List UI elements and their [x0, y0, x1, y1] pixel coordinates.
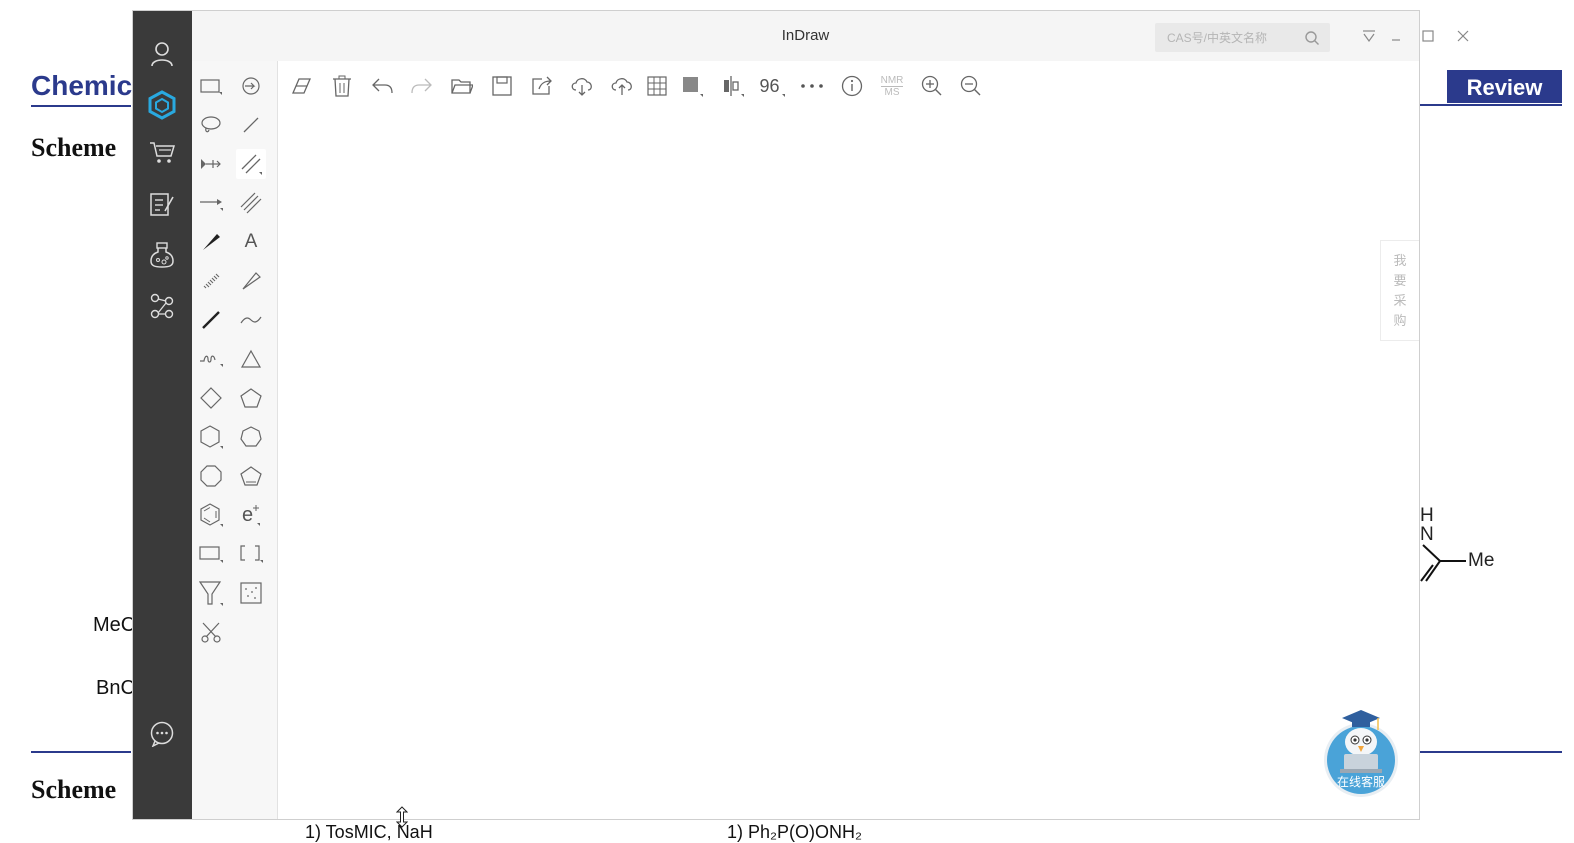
close-icon[interactable] [1454, 27, 1472, 45]
document-title: Chemica [31, 70, 148, 101]
document-rule-bottom [31, 751, 131, 753]
indraw-window: InDraw A [132, 10, 1469, 820]
eraser-icon[interactable] [289, 73, 315, 99]
mol-n-label: N [1420, 524, 1434, 545]
rectangle-select-icon[interactable] [196, 71, 226, 101]
title-bar: InDraw [192, 11, 1469, 61]
nmr-ms-icon[interactable]: NMR MS [879, 73, 905, 99]
export-icon[interactable] [529, 73, 555, 99]
cart-icon[interactable] [147, 137, 177, 167]
arrow-icon[interactable] [196, 188, 226, 218]
wavy-bond-icon[interactable] [196, 344, 226, 374]
mol-me-label: Me [1468, 550, 1495, 571]
lasso-select-icon[interactable] [196, 110, 226, 140]
zoom-value-label: 96 [759, 75, 780, 96]
scheme-heading-bottom: Scheme [31, 775, 117, 804]
hash-bond-icon[interactable] [196, 266, 226, 296]
cyclopentane-icon[interactable] [236, 383, 266, 413]
triple-bond-icon[interactable] [236, 188, 266, 218]
purchase-char-2: 要 [1393, 272, 1407, 288]
purchase-char-3: 采 [1393, 292, 1407, 308]
grid-dots-icon[interactable] [236, 578, 266, 608]
hollow-wedge-icon[interactable] [236, 266, 266, 296]
cloud-download-icon[interactable] [569, 73, 595, 99]
nmr-label: NMR [880, 74, 904, 86]
review-badge: Review [1447, 70, 1562, 103]
indraw-logo-icon[interactable] [147, 90, 177, 120]
lab-equipment-icon[interactable] [196, 578, 226, 608]
customer-service-label: 在线客服 [1336, 775, 1385, 789]
rotate-icon[interactable] [236, 71, 266, 101]
align-icon[interactable] [719, 73, 745, 99]
table-grid-icon[interactable] [644, 73, 670, 99]
cyclohexane-icon[interactable] [196, 422, 226, 452]
save-icon[interactable] [489, 73, 515, 99]
open-folder-icon[interactable] [449, 73, 475, 99]
resize-cursor-icon [396, 806, 408, 828]
zoom-in-icon[interactable] [919, 73, 945, 99]
fill-color-icon[interactable] [679, 73, 705, 99]
cloud-upload-icon[interactable] [609, 73, 635, 99]
flask-icon[interactable] [147, 240, 177, 270]
main-toolbar: 96 NMR MS [278, 61, 1419, 111]
document-rule-bottom-right [1420, 751, 1562, 753]
purchase-char-4: 购 [1393, 312, 1407, 328]
undo-icon[interactable] [369, 73, 395, 99]
wavy-line-icon[interactable] [236, 305, 266, 335]
trash-icon[interactable] [329, 73, 355, 99]
single-bond-icon[interactable] [236, 110, 266, 140]
more-icon[interactable] [799, 73, 825, 99]
scheme-heading-top: Scheme [31, 133, 117, 162]
minimize-icon[interactable] [1387, 27, 1405, 45]
move-icon[interactable] [196, 149, 226, 179]
meo-label: MeC [93, 614, 136, 636]
customer-service-button[interactable]: 在线客服 [1322, 708, 1400, 800]
scissors-icon[interactable] [196, 617, 226, 647]
drawing-canvas[interactable] [278, 111, 1419, 819]
purchase-char-1: 我 [1393, 252, 1407, 268]
cyclopentadiene-icon[interactable] [236, 461, 266, 491]
shape-rectangle-icon[interactable] [196, 539, 226, 569]
cycloheptane-icon[interactable] [236, 422, 266, 452]
zoom-value[interactable]: 96 [759, 73, 785, 99]
benzene-icon[interactable] [196, 500, 226, 530]
bracket-icon[interactable] [236, 539, 266, 569]
charge-tool-icon[interactable]: e [236, 500, 266, 530]
user-icon[interactable] [147, 39, 177, 69]
molecule-fragment: H N Me [1418, 505, 1508, 585]
chat-icon[interactable] [147, 719, 177, 749]
cyclobutane-icon[interactable] [196, 383, 226, 413]
ms-label: MS [880, 85, 904, 98]
maximize-icon[interactable] [1419, 27, 1437, 45]
wedge-bond-icon[interactable] [196, 227, 226, 257]
purchase-tab[interactable]: 我 要 采 购 [1380, 240, 1419, 341]
text-tool-label: A [244, 231, 258, 252]
drawing-tools-panel: A e [192, 61, 278, 819]
network-icon[interactable] [147, 291, 177, 321]
cyclopropane-icon[interactable] [236, 344, 266, 374]
search-icon[interactable] [1304, 30, 1320, 46]
bold-bond-icon[interactable] [196, 305, 226, 335]
text-tool-icon[interactable]: A [236, 227, 266, 257]
bno-label: BnC [96, 677, 135, 699]
notes-icon[interactable] [147, 189, 177, 219]
cyclooctane-icon[interactable] [196, 461, 226, 491]
redo-icon[interactable] [409, 73, 435, 99]
document-header-rule-right [1420, 104, 1562, 106]
info-icon[interactable] [839, 73, 865, 99]
app-sidebar [133, 11, 192, 819]
document-header-rule [31, 105, 131, 107]
double-bond-icon[interactable] [236, 149, 266, 179]
search-input[interactable] [1165, 28, 1299, 48]
search-box [1155, 23, 1330, 52]
zoom-out-icon[interactable] [958, 73, 984, 99]
dropdown-menu-icon[interactable] [1360, 27, 1378, 45]
